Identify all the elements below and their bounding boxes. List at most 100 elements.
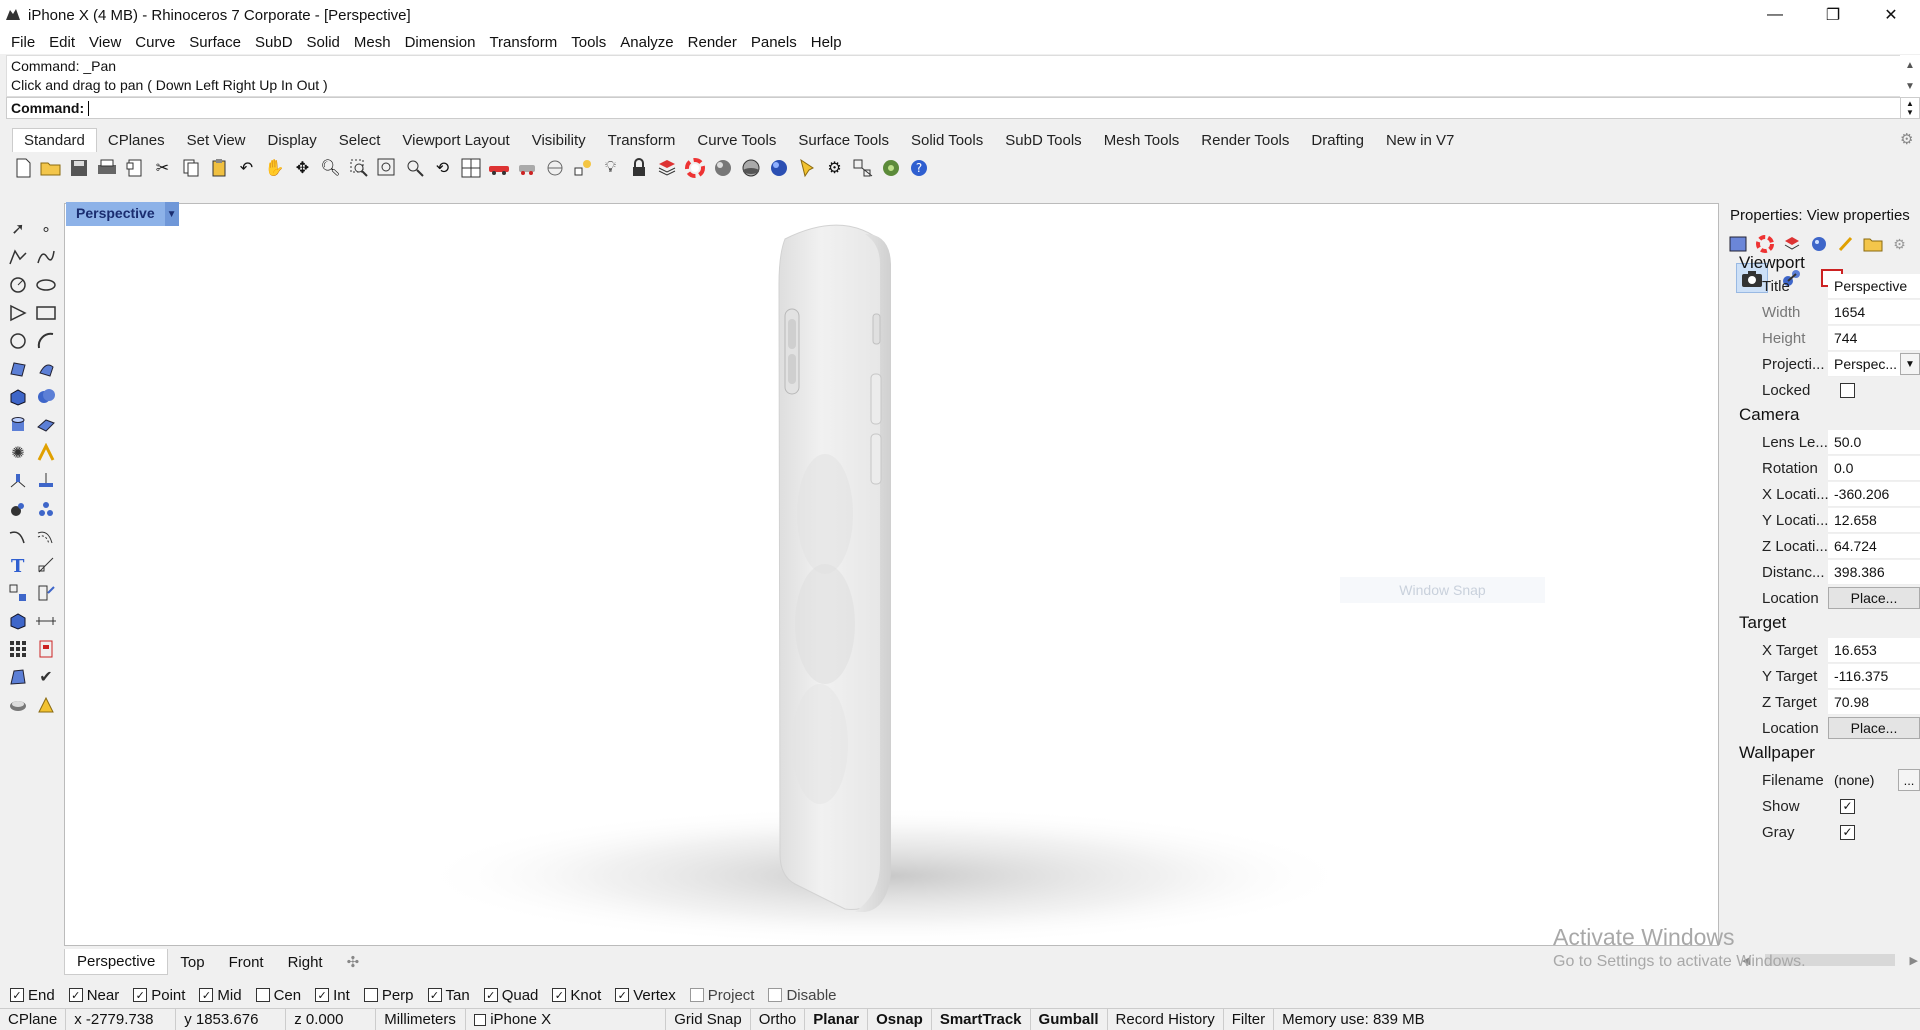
- check-icon[interactable]: ✔: [32, 663, 60, 691]
- x-target-field[interactable]: 16.653: [1828, 637, 1920, 663]
- minimize-button[interactable]: —: [1746, 0, 1804, 30]
- color-panel-icon[interactable]: [1753, 233, 1776, 255]
- food4rhino-icon[interactable]: [878, 156, 903, 181]
- explode-icon[interactable]: ✺: [4, 439, 32, 467]
- tab-subd-tools[interactable]: SubD Tools: [994, 129, 1092, 152]
- osnap-knot[interactable]: ✓ Knot: [552, 987, 601, 1004]
- project-icon[interactable]: [32, 467, 60, 495]
- tab-viewport-layout[interactable]: Viewport Layout: [391, 129, 520, 152]
- command-spinner[interactable]: ▲ ▼: [1900, 97, 1920, 119]
- menu-panels[interactable]: Panels: [744, 34, 804, 51]
- select-arrow-icon[interactable]: ➚: [4, 215, 32, 243]
- osnap-cen[interactable]: Cen: [255, 987, 301, 1004]
- zoom-icon[interactable]: 🔍︎: [318, 156, 343, 181]
- move-icon[interactable]: [4, 579, 32, 607]
- rectangle-icon[interactable]: [32, 299, 60, 327]
- tab-cplanes[interactable]: CPlanes: [97, 129, 176, 152]
- print-icon[interactable]: [94, 156, 119, 181]
- zoom-selected-icon[interactable]: [402, 156, 427, 181]
- render-icon[interactable]: [766, 156, 791, 181]
- curve-icon[interactable]: [32, 243, 60, 271]
- point-icon[interactable]: ∘: [32, 215, 60, 243]
- command-history[interactable]: Command: _Pan Click and drag to pan ( Do…: [6, 55, 1901, 97]
- menu-file[interactable]: File: [4, 34, 42, 51]
- tab-render-tools[interactable]: Render Tools: [1190, 129, 1300, 152]
- smarttrack-toggle[interactable]: SmartTrack: [932, 1008, 1031, 1030]
- zoom-extents-icon[interactable]: [374, 156, 399, 181]
- spin-up-icon[interactable]: ▲: [1906, 99, 1914, 108]
- add-viewport-tab-icon[interactable]: ✣: [335, 949, 372, 975]
- arc-tool-icon[interactable]: [32, 327, 60, 355]
- rendered-sphere-icon[interactable]: [738, 156, 763, 181]
- offset-curve-icon[interactable]: [32, 523, 60, 551]
- osnap-vertex[interactable]: ✓ Vertex: [615, 987, 676, 1004]
- lightbulb-icon[interactable]: 💡︎: [598, 156, 623, 181]
- target-place-button[interactable]: Place...: [1828, 717, 1920, 739]
- menu-surface[interactable]: Surface: [182, 34, 248, 51]
- osnap-checkbox[interactable]: ✓: [615, 988, 630, 1002]
- scroll-right-icon[interactable]: ▶: [1910, 954, 1918, 967]
- osnap-project[interactable]: Project: [689, 987, 754, 1004]
- tab-solid-tools[interactable]: Solid Tools: [900, 129, 994, 152]
- toolbar-settings-gear-icon[interactable]: ⚙: [1900, 130, 1913, 148]
- osnap-quad[interactable]: ✓ Quad: [483, 987, 538, 1004]
- tab-set-view[interactable]: Set View: [176, 129, 257, 152]
- y-location-field[interactable]: 12.658: [1828, 507, 1920, 533]
- filter-toggle[interactable]: Filter: [1224, 1008, 1275, 1030]
- menu-tools[interactable]: Tools: [564, 34, 613, 51]
- viewport-tab-top[interactable]: Top: [168, 950, 216, 975]
- copy-icon[interactable]: [178, 156, 203, 181]
- zoom-window-icon[interactable]: [346, 156, 371, 181]
- snap-tools-icon[interactable]: [850, 156, 875, 181]
- browse-button[interactable]: ...: [1898, 769, 1920, 791]
- tab-drafting[interactable]: Drafting: [1300, 129, 1375, 152]
- trim-icon[interactable]: [32, 439, 60, 467]
- named-views-icon[interactable]: [486, 156, 511, 181]
- restore-button[interactable]: ❐: [1804, 0, 1862, 30]
- tab-standard[interactable]: Standard: [12, 128, 97, 152]
- analyze-icon[interactable]: [4, 663, 32, 691]
- viewport-menu-chevron-down-icon[interactable]: ▼: [164, 202, 179, 226]
- scroll-up-icon[interactable]: ▲: [1905, 60, 1915, 71]
- tab-transform[interactable]: Transform: [597, 129, 687, 152]
- drafting-icon[interactable]: [32, 691, 60, 719]
- menu-solid[interactable]: Solid: [300, 34, 347, 51]
- paste-icon[interactable]: [206, 156, 231, 181]
- fillet-curve-icon[interactable]: [4, 523, 32, 551]
- circle-icon[interactable]: [4, 271, 32, 299]
- projection-select[interactable]: Perspec...: [1828, 351, 1900, 377]
- y-target-field[interactable]: -116.375: [1828, 663, 1920, 689]
- osnap-checkbox[interactable]: [363, 988, 378, 1002]
- named-cplanes-icon[interactable]: [514, 156, 539, 181]
- osnap-checkbox[interactable]: ✓: [133, 988, 148, 1002]
- viewport-tab-front[interactable]: Front: [217, 950, 276, 975]
- grid-snap-toggle[interactable]: Grid Snap: [666, 1008, 751, 1030]
- polyline-icon[interactable]: [4, 243, 32, 271]
- command-input[interactable]: Command:: [6, 97, 1901, 119]
- osnap-tan[interactable]: ✓ Tan: [427, 987, 470, 1004]
- layers-icon[interactable]: [654, 156, 679, 181]
- ellipse-icon[interactable]: [32, 271, 60, 299]
- light-icon[interactable]: [794, 156, 819, 181]
- ortho-toggle[interactable]: Ortho: [751, 1008, 806, 1030]
- rotation-field[interactable]: 0.0: [1828, 455, 1920, 481]
- undo-icon[interactable]: ↶: [234, 156, 259, 181]
- osnap-toggle[interactable]: Osnap: [868, 1008, 932, 1030]
- x-location-field[interactable]: -360.206: [1828, 481, 1920, 507]
- camera-place-button[interactable]: Place...: [1828, 587, 1920, 609]
- surface-from-points-icon[interactable]: [4, 355, 32, 383]
- title-field[interactable]: Perspective: [1828, 273, 1920, 299]
- layers-panel-icon[interactable]: [1780, 233, 1803, 255]
- ruler-icon[interactable]: [32, 607, 60, 635]
- spin-down-icon[interactable]: ▼: [1906, 108, 1914, 117]
- panel-settings-gear-icon[interactable]: ⚙: [1888, 233, 1911, 255]
- options-gears-icon[interactable]: ⚙: [822, 156, 847, 181]
- dimension-icon[interactable]: [32, 551, 60, 579]
- tab-new-in-v7[interactable]: New in V7: [1375, 129, 1465, 152]
- lock-icon[interactable]: [626, 156, 651, 181]
- block-icon[interactable]: [32, 635, 60, 663]
- color-wheel-icon[interactable]: [682, 156, 707, 181]
- undo-view-icon[interactable]: ⟲: [430, 156, 455, 181]
- osnap-end[interactable]: ✓ End: [10, 987, 55, 1004]
- menu-transform[interactable]: Transform: [482, 34, 564, 51]
